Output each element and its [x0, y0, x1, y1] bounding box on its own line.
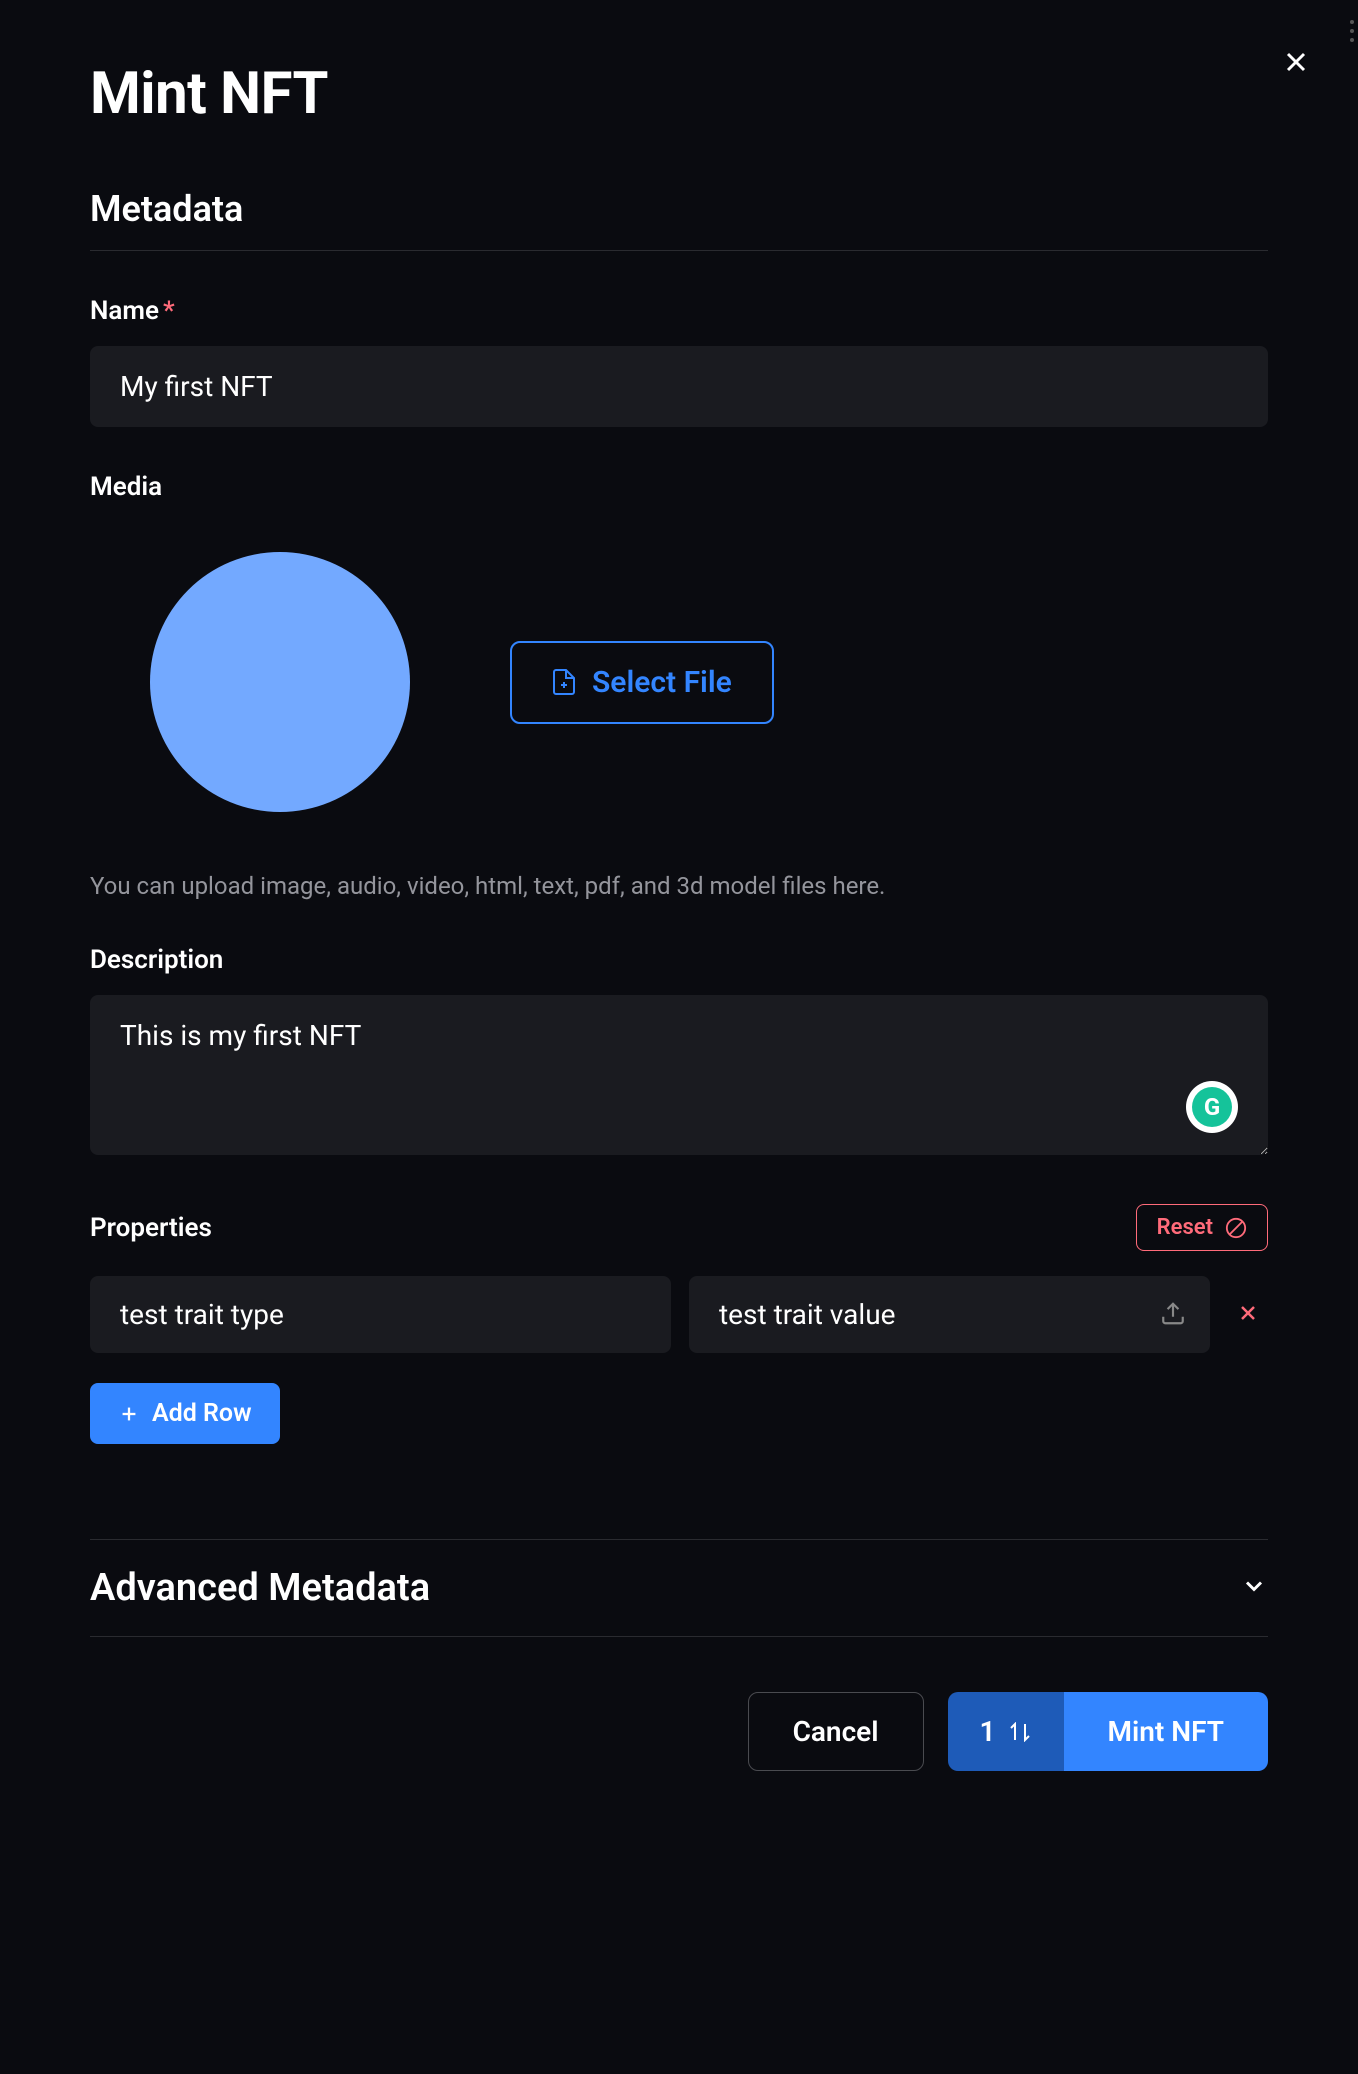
media-field-group: Media Select File You can upload image, …: [90, 472, 1268, 900]
property-row: [90, 1276, 1268, 1353]
remove-row-button[interactable]: [1228, 1293, 1268, 1336]
description-field-group: Description This is my first NFT G: [90, 945, 1268, 1159]
media-help-text: You can upload image, audio, video, html…: [90, 872, 1268, 900]
close-icon: [1236, 1301, 1260, 1325]
trait-value-wrapper: [689, 1276, 1210, 1353]
description-wrapper: This is my first NFT G: [90, 995, 1268, 1159]
divider: [90, 250, 1268, 251]
swap-icon: [1008, 1722, 1032, 1742]
name-input[interactable]: [90, 346, 1268, 427]
grammarly-icon-inner: G: [1192, 1087, 1232, 1127]
description-label: Description: [90, 945, 1268, 975]
name-field-group: Name*: [90, 296, 1268, 427]
name-label-text: Name: [90, 296, 159, 326]
mint-nft-button[interactable]: Mint NFT: [1064, 1692, 1268, 1771]
mint-count-button[interactable]: 1: [948, 1692, 1064, 1771]
properties-header: Properties Reset: [90, 1204, 1268, 1251]
prohibit-icon: [1225, 1217, 1247, 1239]
close-icon: [1280, 46, 1312, 78]
name-label: Name*: [90, 296, 1268, 326]
grammarly-icon[interactable]: G: [1186, 1081, 1238, 1133]
chevron-down-icon: [1240, 1572, 1268, 1604]
cancel-button[interactable]: Cancel: [748, 1692, 924, 1771]
drag-handle: [1350, 20, 1354, 42]
upload-icon: [1160, 1300, 1186, 1326]
mint-button-group: 1 Mint NFT: [948, 1692, 1268, 1771]
metadata-section-header: Metadata: [90, 188, 1268, 230]
mint-nft-modal: Mint NFT Metadata Name* Media Select Fil…: [0, 0, 1358, 2074]
properties-label: Properties: [90, 1213, 212, 1243]
media-preview: [150, 552, 410, 812]
reset-label: Reset: [1157, 1215, 1213, 1240]
trait-value-input[interactable]: [689, 1276, 1210, 1353]
upload-value-button[interactable]: [1156, 1296, 1190, 1333]
media-label: Media: [90, 472, 1268, 502]
mint-count: 1: [980, 1715, 996, 1748]
file-plus-icon: [552, 668, 576, 696]
plus-icon: [118, 1403, 140, 1425]
modal-title: Mint NFT: [90, 60, 1268, 128]
add-row-label: Add Row: [152, 1399, 252, 1428]
required-indicator: *: [163, 296, 175, 326]
close-button[interactable]: [1272, 38, 1320, 89]
properties-field-group: Properties Reset: [90, 1204, 1268, 1494]
advanced-metadata-header: Advanced Metadata: [90, 1566, 430, 1610]
reset-button[interactable]: Reset: [1136, 1204, 1268, 1251]
advanced-metadata-section[interactable]: Advanced Metadata: [90, 1539, 1268, 1637]
media-section: Select File: [90, 552, 1268, 812]
description-input[interactable]: This is my first NFT: [90, 995, 1268, 1155]
action-row: Cancel 1 Mint NFT: [90, 1692, 1268, 1771]
select-file-button[interactable]: Select File: [510, 641, 774, 724]
select-file-label: Select File: [592, 665, 732, 700]
add-row-button[interactable]: Add Row: [90, 1383, 280, 1444]
trait-type-input[interactable]: [90, 1276, 671, 1353]
